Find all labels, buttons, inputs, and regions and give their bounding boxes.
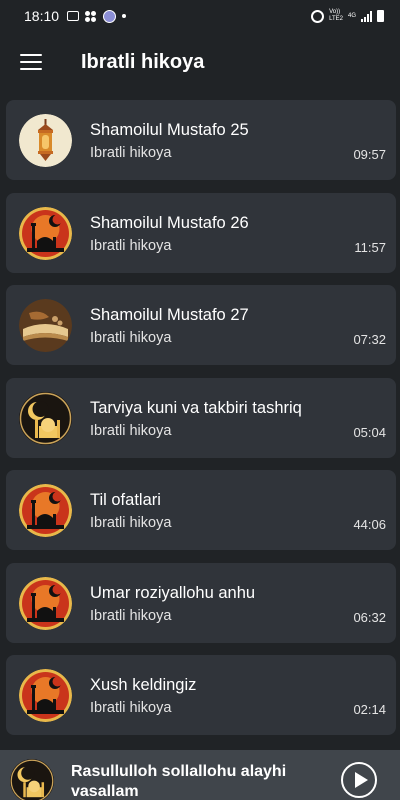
track-title: Umar roziyallohu anhu — [90, 583, 256, 602]
track-thumbnail — [19, 484, 72, 537]
track-duration: 11:57 — [354, 239, 386, 255]
play-icon — [355, 772, 368, 788]
track-title: Shamoilul Mustafo 25 — [90, 121, 249, 139]
track-subtitle: Ibratli hikoya — [90, 237, 172, 254]
track-item[interactable]: Shamoilul Mustafo 25 Ibratli hikoya 09:5… — [6, 100, 396, 180]
track-duration: 06:32 — [353, 609, 386, 625]
dot-icon — [122, 14, 127, 18]
track-subtitle: Ibratli hikoya — [90, 515, 172, 531]
track-item[interactable]: Shamoilul Mustafo 26 Ibratli hikoya 11:5… — [6, 192, 396, 273]
track-title: Shamoilul Mustafo 26 — [90, 213, 249, 232]
track-title: Xush keldingiz — [90, 676, 197, 694]
page-title: Ibratli hikoya — [81, 51, 205, 73]
play-button[interactable] — [341, 762, 377, 798]
track-duration: 07:32 — [353, 332, 386, 347]
app-bar: Ibratli hikoya — [0, 32, 400, 92]
status-left-icons — [67, 9, 127, 23]
track-item[interactable]: Tarviya kuni va takbiri tashriq Ibratli … — [6, 377, 396, 458]
now-playing-thumbnail — [10, 759, 54, 800]
now-playing-bar[interactable]: Rasullulloh sollallohu alayhi vasallam — [0, 750, 400, 800]
track-item[interactable]: Shamoilul Mustafo 27 Ibratli hikoya 07:3… — [6, 285, 396, 365]
track-thumbnail — [19, 391, 72, 445]
gallery-icon — [67, 11, 80, 21]
track-thumbnail — [19, 669, 72, 722]
track-title: Til ofatlari — [90, 491, 161, 509]
track-subtitle: Ibratli hikoya — [90, 145, 172, 161]
track-thumbnail — [19, 299, 72, 352]
track-duration: 09:57 — [353, 147, 386, 162]
hotspot-icon — [311, 9, 325, 23]
track-title: Tarviya kuni va takbiri tashriq — [90, 398, 302, 417]
track-title: Shamoilul Mustafo 27 — [90, 306, 249, 324]
track-subtitle: Ibratli hikoya — [90, 330, 172, 346]
track-thumbnail — [19, 114, 72, 167]
track-thumbnail — [19, 206, 72, 260]
battery-icon — [377, 10, 384, 22]
status-bar: 18:10 Vo)) LTE2 4G — [0, 0, 400, 32]
track-subtitle: Ibratli hikoya — [90, 700, 172, 716]
network-type: 4G — [347, 12, 356, 19]
track-item[interactable]: Til ofatlari Ibratli hikoya 44:06 — [6, 470, 396, 550]
status-time: 18:10 — [24, 8, 60, 24]
track-thumbnail — [19, 576, 72, 630]
track-subtitle: Ibratli hikoya — [90, 422, 172, 439]
track-duration: 02:14 — [353, 702, 386, 717]
network-label: Vo)) LTE2 — [329, 9, 343, 22]
status-right-icons: Vo)) LTE2 4G — [311, 9, 384, 23]
app-dots-icon — [85, 10, 97, 22]
hamburger-menu-icon[interactable] — [20, 54, 42, 70]
track-item[interactable]: Umar roziyallohu anhu Ibratli hikoya 06:… — [6, 562, 396, 643]
track-subtitle: Ibratli hikoya — [90, 607, 172, 624]
track-item[interactable]: Xush keldingiz Ibratli hikoya 02:14 — [6, 655, 396, 735]
track-duration: 44:06 — [353, 517, 386, 532]
track-duration: 05:04 — [353, 424, 386, 440]
app-circle-icon — [103, 9, 117, 23]
signal-icon — [361, 10, 372, 22]
now-playing-title: Rasullulloh sollallohu alayhi vasallam — [71, 763, 287, 800]
